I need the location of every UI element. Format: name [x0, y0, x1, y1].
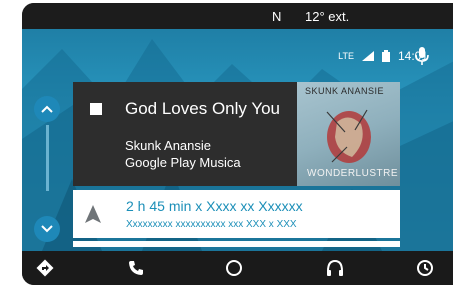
media-card[interactable]: God Loves Only You Skunk Anansie Google … — [73, 82, 400, 186]
car-status-bar: N 12° ext. — [22, 3, 453, 29]
android-auto-screen: N 12° ext. LTE 14:01 God Loves Only You … — [22, 3, 453, 285]
navigation-destination: Xxxxxxxxx xxxxxxxxxx xxx XXX x XXX — [126, 219, 297, 230]
track-title: God Loves Only You — [125, 99, 281, 118]
exit-button[interactable] — [416, 259, 434, 277]
exit-icon — [417, 260, 433, 276]
phone-button[interactable] — [127, 259, 145, 277]
scroll-up-button[interactable] — [34, 96, 60, 122]
album-band-text: SKUNK ANANSIE — [305, 86, 385, 96]
track-artist: Skunk Anansie — [125, 138, 212, 153]
stop-icon[interactable] — [90, 103, 102, 115]
home-icon — [226, 260, 242, 276]
home-button[interactable] — [225, 259, 243, 277]
navigation-arrow-icon — [85, 205, 101, 223]
navigation-eta: 2 h 45 min x Xxxx xx Xxxxxx — [126, 198, 303, 214]
navigation-card[interactable]: 2 h 45 min x Xxxx xx Xxxxxx Xxxxxxxxx xx… — [73, 190, 400, 238]
next-card-peek[interactable] — [73, 241, 400, 247]
nav-button[interactable] — [36, 259, 54, 277]
bottom-navigation-bar — [22, 251, 453, 285]
battery-icon — [381, 50, 390, 62]
media-button[interactable] — [326, 259, 344, 277]
frame: N 12° ext. LTE 14:01 God Loves Only You … — [0, 0, 453, 288]
scroll-down-button[interactable] — [34, 216, 60, 242]
media-source: Google Play Musica — [125, 155, 241, 170]
outside-temperature: 12° ext. — [305, 9, 350, 24]
microphone-icon[interactable] — [414, 47, 430, 65]
lte-signal-icon: LTE — [338, 51, 354, 61]
signal-strength-icon — [361, 51, 374, 61]
chevron-down-icon — [41, 225, 53, 233]
headphones-icon — [327, 259, 343, 276]
scroll-track[interactable] — [46, 125, 49, 191]
phone-icon — [129, 261, 143, 275]
album-title-text: WONDERLUSTRE — [307, 168, 399, 179]
navigation-icon — [36, 259, 54, 277]
album-art: SKUNK ANANSIE WONDERLUSTRE — [297, 82, 400, 186]
compass-heading: N — [272, 9, 282, 24]
chevron-up-icon — [41, 105, 53, 113]
